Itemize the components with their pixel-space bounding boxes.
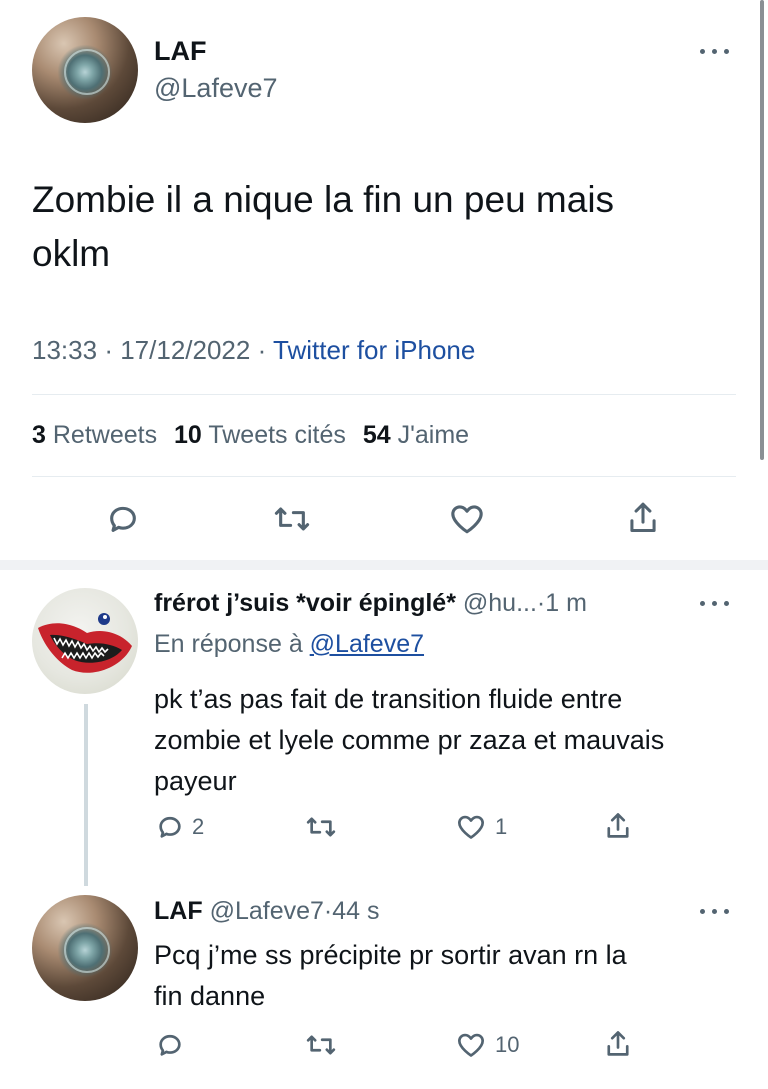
reply-icon [159, 816, 181, 838]
reply-time[interactable]: 1 m [545, 589, 587, 617]
reply-author-name[interactable]: frérot j’suis *voir épinglé* [154, 589, 456, 617]
retweet-button[interactable] [305, 813, 345, 841]
replying-to: En réponse à @Lafeve7 [154, 630, 424, 659]
section-separator [0, 560, 768, 570]
reply-header: frérot j’suis *voir épinglé* @hu...·1 m [154, 589, 587, 618]
share-icon [630, 502, 656, 532]
likes-stat[interactable]: 54 J'aime [363, 421, 469, 449]
meta-separator: · [323, 897, 333, 925]
share-button[interactable] [604, 1029, 632, 1059]
likes-count: 54 [362, 421, 391, 449]
more-icon[interactable] [700, 598, 734, 608]
main-tweet-author-handle[interactable]: @Lafeve7 [154, 73, 278, 104]
retweet-icon [274, 507, 310, 531]
retweet-button[interactable] [305, 1031, 345, 1059]
reply-author-name[interactable]: LAF [154, 897, 203, 925]
retweets-count: 3 [32, 421, 46, 449]
reply-icon [159, 1034, 181, 1056]
replying-to-prefix: En réponse à [154, 630, 303, 658]
main-tweet-stats: 3 Retweets 10 Tweets cités 54 J'aime [32, 421, 469, 450]
reply-author-handle[interactable]: @hu... [463, 589, 537, 617]
like-button[interactable]: 1 [455, 813, 507, 841]
main-tweet-time[interactable]: 13:33 [32, 335, 97, 365]
quotes-stat[interactable]: 10 Tweets cités [174, 421, 353, 449]
share-icon [607, 1031, 629, 1056]
reply-text-line-1: Pcq j’me ss précipite pr sortir avan rn … [154, 940, 627, 970]
main-tweet-source[interactable]: Twitter for iPhone [273, 335, 475, 365]
main-tweet-avatar[interactable] [32, 17, 138, 123]
reply-header: LAF @Lafeve7·44 s [154, 897, 380, 926]
share-button[interactable] [626, 500, 660, 536]
main-tweet-author-name[interactable]: LAF [154, 36, 206, 67]
main-tweet-meta: 13:33 · 17/12/2022 · Twitter for iPhone [32, 335, 475, 366]
more-icon[interactable] [700, 906, 734, 916]
retweet-icon [306, 1035, 336, 1055]
reply-text-line-2: zombie et lyele comme pr zaza et mauvais [154, 725, 665, 755]
scrollbar[interactable] [760, 0, 764, 460]
reply-text: Pcq j’me ss précipite pr sortir avan rn … [154, 935, 754, 1017]
reply-text-line-3: payeur [154, 766, 237, 796]
reply-button[interactable]: 2 [156, 813, 204, 841]
mouth-illustration [38, 613, 132, 673]
like-icon [457, 815, 485, 839]
like-button[interactable] [448, 502, 486, 536]
retweet-button[interactable] [273, 502, 311, 536]
main-tweet-text-line-2: oklm [32, 233, 111, 274]
reply-text: pk t’as pas fait de transition fluide en… [154, 679, 754, 802]
quotes-count: 10 [174, 421, 202, 449]
meta-separator: · [536, 589, 546, 617]
more-icon[interactable] [700, 46, 734, 56]
like-button[interactable]: 10 [455, 1031, 519, 1059]
like-count: 1 [495, 814, 508, 839]
likes-label: J'aime [397, 421, 470, 449]
reply-count: 2 [192, 814, 205, 839]
divider [32, 394, 736, 395]
reply-button[interactable] [106, 502, 140, 536]
main-tweet-text: Zombie il a nique la fin un peu mais okl… [32, 173, 752, 281]
retweets-label: Retweets [52, 421, 158, 449]
retweets-stat[interactable]: 3 Retweets [32, 421, 164, 449]
reply-time[interactable]: 44 s [332, 897, 379, 925]
reply-text-line-1: pk t’as pas fait de transition fluide en… [154, 684, 623, 714]
thread-line [84, 704, 88, 886]
retweet-icon [306, 817, 336, 837]
share-icon [607, 813, 629, 838]
reply-icon [110, 506, 136, 532]
quotes-label: Tweets cités [208, 421, 346, 449]
meta-separator: · [104, 335, 113, 365]
main-tweet-text-line-1: Zombie il a nique la fin un peu mais [32, 179, 615, 220]
reply-avatar[interactable] [32, 895, 138, 1001]
reply-author-handle[interactable]: @Lafeve7 [210, 897, 324, 925]
replying-to-handle[interactable]: @Lafeve7 [310, 630, 424, 658]
like-count: 10 [495, 1032, 520, 1057]
share-button[interactable] [604, 811, 632, 841]
reply-text-line-2: fin danne [154, 981, 266, 1011]
like-icon [457, 1033, 485, 1057]
reply-button[interactable] [156, 1031, 192, 1059]
meta-separator: · [257, 335, 267, 365]
like-icon [451, 505, 483, 534]
main-tweet-date[interactable]: 17/12/2022 [120, 335, 250, 365]
divider [32, 476, 736, 477]
reply-avatar[interactable] [32, 588, 138, 694]
